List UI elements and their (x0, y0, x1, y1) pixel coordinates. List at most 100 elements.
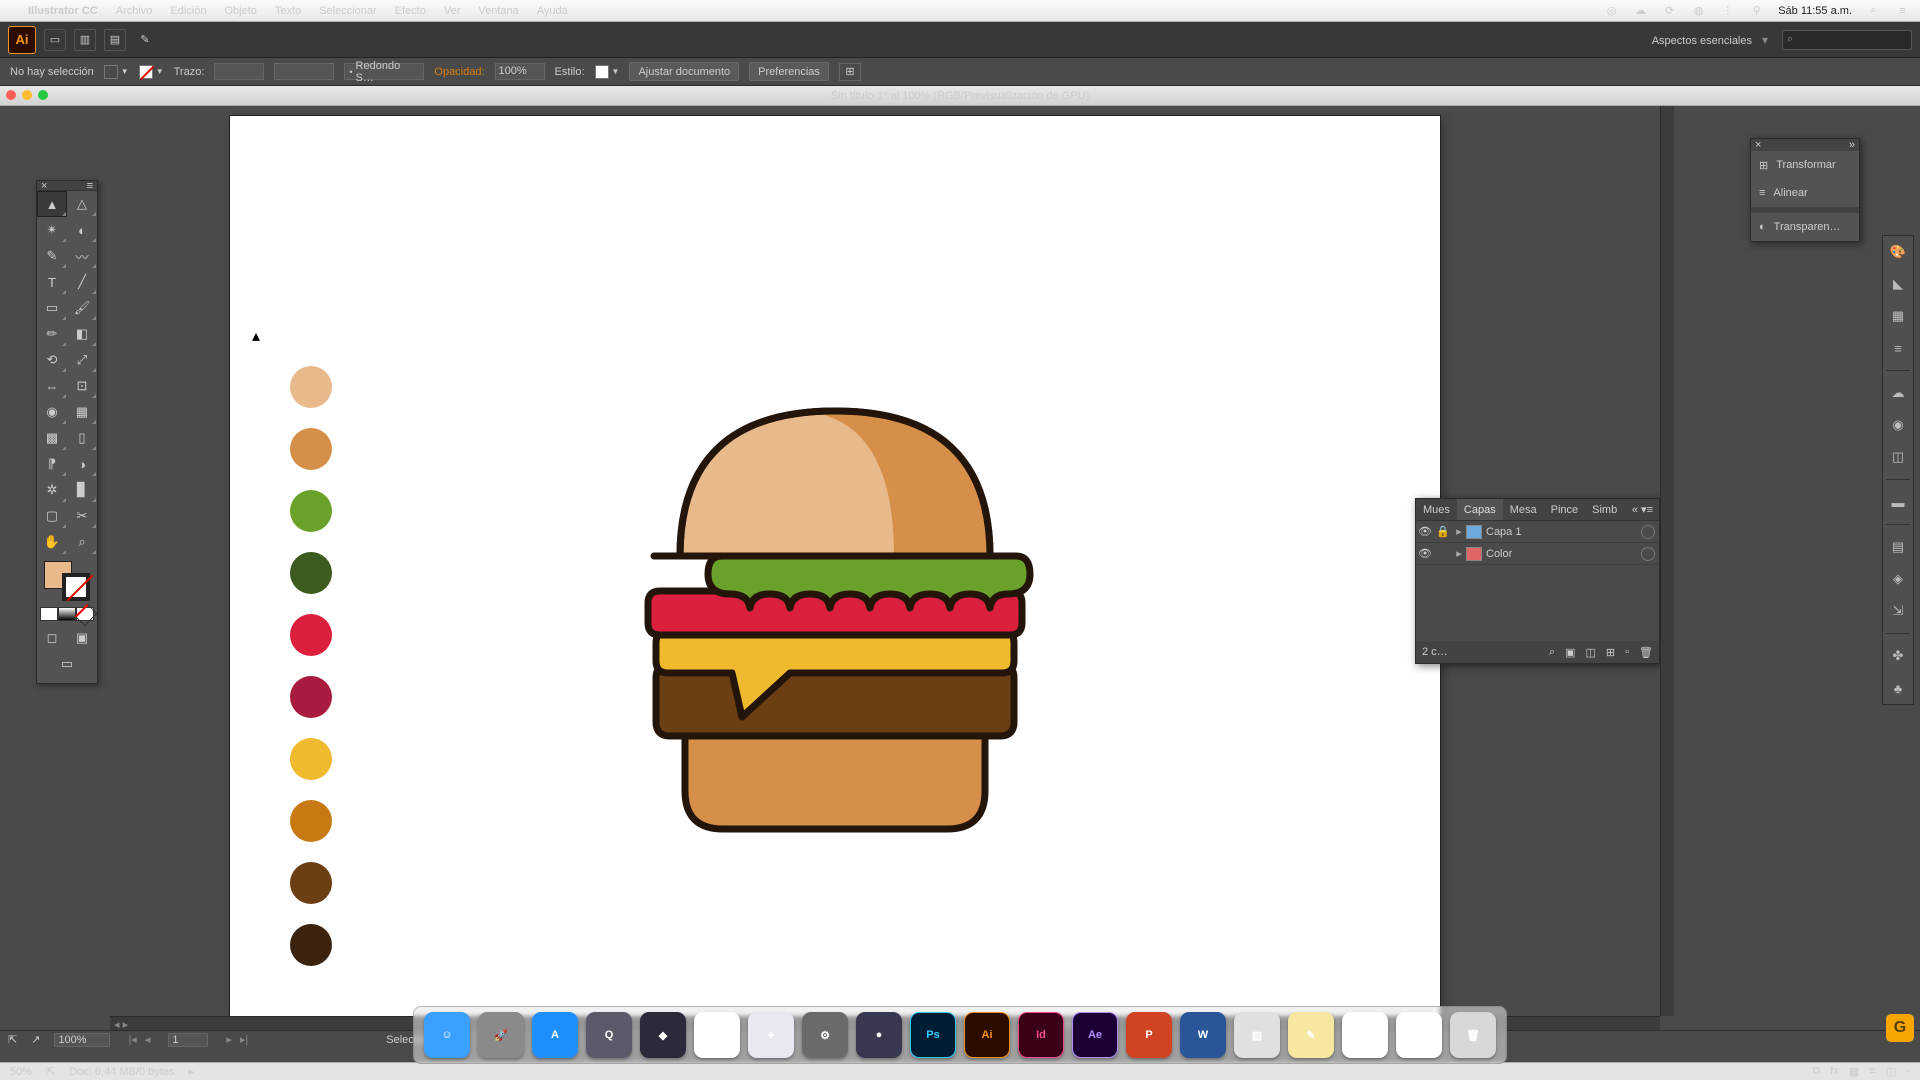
hand-tool[interactable]: ✋ (37, 529, 67, 555)
dock-filmora[interactable]: ◆ (640, 1012, 686, 1058)
fill-control[interactable]: ▼ (104, 65, 129, 79)
visibility-toggle[interactable]: 👁 (1416, 525, 1434, 538)
menu-ventana[interactable]: Ventana (478, 5, 518, 17)
palette-dot[interactable] (290, 366, 332, 408)
grid-icon[interactable]: ▦ (1849, 1065, 1859, 1078)
expand-toggle[interactable]: ▸ (1452, 525, 1466, 538)
shape-builder-tool[interactable]: ◉ (37, 399, 67, 425)
brushes-panel-icon[interactable]: ▬ (1888, 492, 1908, 512)
delete-layer-icon[interactable]: 🗑 (1639, 646, 1653, 659)
flyout-icon[interactable]: ▸ (188, 1065, 194, 1078)
dock-finder[interactable]: ☺ (424, 1012, 470, 1058)
menu-edicion[interactable]: Edición (170, 5, 206, 17)
zoom-input[interactable]: 100% (54, 1033, 110, 1047)
artboards-panel-icon[interactable]: ◈ (1888, 569, 1908, 589)
dock-c4d[interactable]: ● (856, 1012, 902, 1058)
panel-header[interactable]: ×» (1751, 139, 1859, 151)
cc-icon[interactable]: ◍ (1691, 3, 1706, 18)
gpu-icon[interactable]: ✎ (134, 29, 156, 51)
cloud-icon[interactable]: ☁ (1633, 3, 1648, 18)
fit-document-button[interactable]: Ajustar documento (629, 62, 739, 81)
cclibs-panel-icon[interactable]: ☁ (1888, 383, 1908, 403)
palette-dot[interactable] (290, 738, 332, 780)
layers-panel-icon[interactable]: ▤ (1888, 537, 1908, 557)
palette-dot[interactable] (290, 862, 332, 904)
vertical-scrollbar[interactable] (1660, 106, 1674, 1016)
color-mode[interactable] (37, 607, 97, 621)
preferences-button[interactable]: Preferencias (749, 62, 829, 81)
perspective-tool[interactable]: ▦ (67, 399, 97, 425)
slice-tool[interactable]: ✂ (67, 503, 97, 529)
expand-toggle[interactable]: ▸ (1452, 547, 1466, 560)
blend-tool[interactable]: ◑ (67, 451, 97, 477)
asset-export-panel-icon[interactable]: ⇲ (1888, 601, 1908, 621)
layer-row[interactable]: 👁 ▸ Color (1416, 543, 1659, 565)
width-tool[interactable]: ⇔ (37, 373, 67, 399)
layer-target[interactable] (1641, 525, 1655, 539)
minimize-window-icon[interactable] (22, 90, 32, 100)
more-icon[interactable]: ▫ (1906, 1065, 1910, 1078)
style-control[interactable]: ▼ (595, 65, 620, 79)
artboard-nav[interactable]: ▸▸| (222, 1033, 252, 1046)
direct-selection-tool[interactable]: △ (67, 191, 97, 217)
dock-word[interactable]: W (1180, 1012, 1226, 1058)
visibility-toggle[interactable]: 👁 (1416, 547, 1434, 560)
layout-icon[interactable]: ▤ (104, 29, 126, 51)
layer-name[interactable]: Color (1486, 548, 1512, 560)
palette-dot[interactable] (290, 800, 332, 842)
menu-ayuda[interactable]: Ayuda (537, 5, 568, 17)
expand-icon[interactable]: ⇱ (46, 1065, 55, 1078)
artboard-nav[interactable]: |◂◂ (124, 1033, 154, 1046)
align-icon[interactable]: ≡ (1869, 1065, 1875, 1078)
dock-preview[interactable]: ▧ (1234, 1012, 1280, 1058)
sublayer-icon[interactable]: ⊞ (1606, 646, 1615, 659)
fx-icon[interactable]: fx (1830, 1065, 1839, 1078)
dock-aftereffects[interactable]: Ae (1072, 1012, 1118, 1058)
magic-wand-tool[interactable]: ✴ (37, 217, 67, 243)
dock-powerpoint[interactable]: P (1126, 1012, 1172, 1058)
layer-row[interactable]: 👁🔒 ▸ Capa 1 (1416, 521, 1659, 543)
status-icon[interactable]: ◎ (1604, 3, 1619, 18)
swatches-panel-icon[interactable]: ▦ (1888, 306, 1908, 326)
links-panel-icon[interactable]: ♣ (1888, 678, 1908, 698)
palette-dot[interactable] (290, 490, 332, 532)
spotlight-icon[interactable]: ⌕ (1866, 3, 1881, 18)
line-tool[interactable]: ╱ (67, 269, 97, 295)
scale-tool[interactable]: ⤢ (67, 347, 97, 373)
pen-tool[interactable]: ✎ (37, 243, 67, 269)
palette-dot[interactable] (290, 676, 332, 718)
selection-tool[interactable]: ▲ (37, 191, 67, 217)
document-tab[interactable]: Sin título-1* al 100% (RGB/Previsualizac… (0, 86, 1920, 106)
screen-mode[interactable]: ▣ (67, 625, 97, 651)
paintbrush-tool[interactable]: 🖌 (67, 295, 97, 321)
opacity-label[interactable]: Opacidad: (434, 66, 484, 78)
clip-icon[interactable]: ◫ (1586, 646, 1596, 659)
align-panel-button[interactable]: ≡Alinear (1751, 179, 1859, 207)
bridge-icon[interactable]: ▭ (44, 29, 66, 51)
zoom-window-icon[interactable] (38, 90, 48, 100)
snap-icon[interactable]: ◫ (1886, 1065, 1896, 1078)
tab-muestras[interactable]: Mues (1416, 499, 1457, 520)
symbol-sprayer-tool[interactable]: ✲ (37, 477, 67, 503)
artboard-input[interactable]: 1 (168, 1033, 208, 1047)
fill-stroke-control[interactable] (42, 559, 92, 603)
dock-settings[interactable]: ⚙ (802, 1012, 848, 1058)
dock-photoshop[interactable]: Ps (910, 1012, 956, 1058)
stroke-control[interactable]: ▼ (139, 65, 164, 79)
palette-dot[interactable] (290, 428, 332, 470)
dock-quicktime[interactable]: Q (586, 1012, 632, 1058)
transparency-panel-button[interactable]: ◐Transparen… (1751, 213, 1859, 241)
dock-illustrator[interactable]: Ai (964, 1012, 1010, 1058)
new-layer-icon[interactable]: ▫ (1625, 646, 1629, 658)
brush-dropdown[interactable]: • Redondo S… (344, 63, 424, 80)
clock[interactable]: Sáb 11:55 a.m. (1778, 5, 1852, 17)
transform-panel-button[interactable]: ⊞Transformar (1751, 151, 1859, 179)
color-panel-icon[interactable]: 🎨 (1888, 242, 1908, 262)
link-icon[interactable]: ⧉ (1812, 1065, 1820, 1078)
menu-ver[interactable]: Ver (444, 5, 461, 17)
bottom-zoom[interactable]: 50% (10, 1066, 32, 1078)
locate-icon[interactable]: ⌕ (1549, 646, 1555, 659)
dock-blank[interactable] (1396, 1012, 1442, 1058)
sync-icon[interactable]: ⟳ (1662, 3, 1677, 18)
menu-texto[interactable]: Texto (275, 5, 301, 17)
